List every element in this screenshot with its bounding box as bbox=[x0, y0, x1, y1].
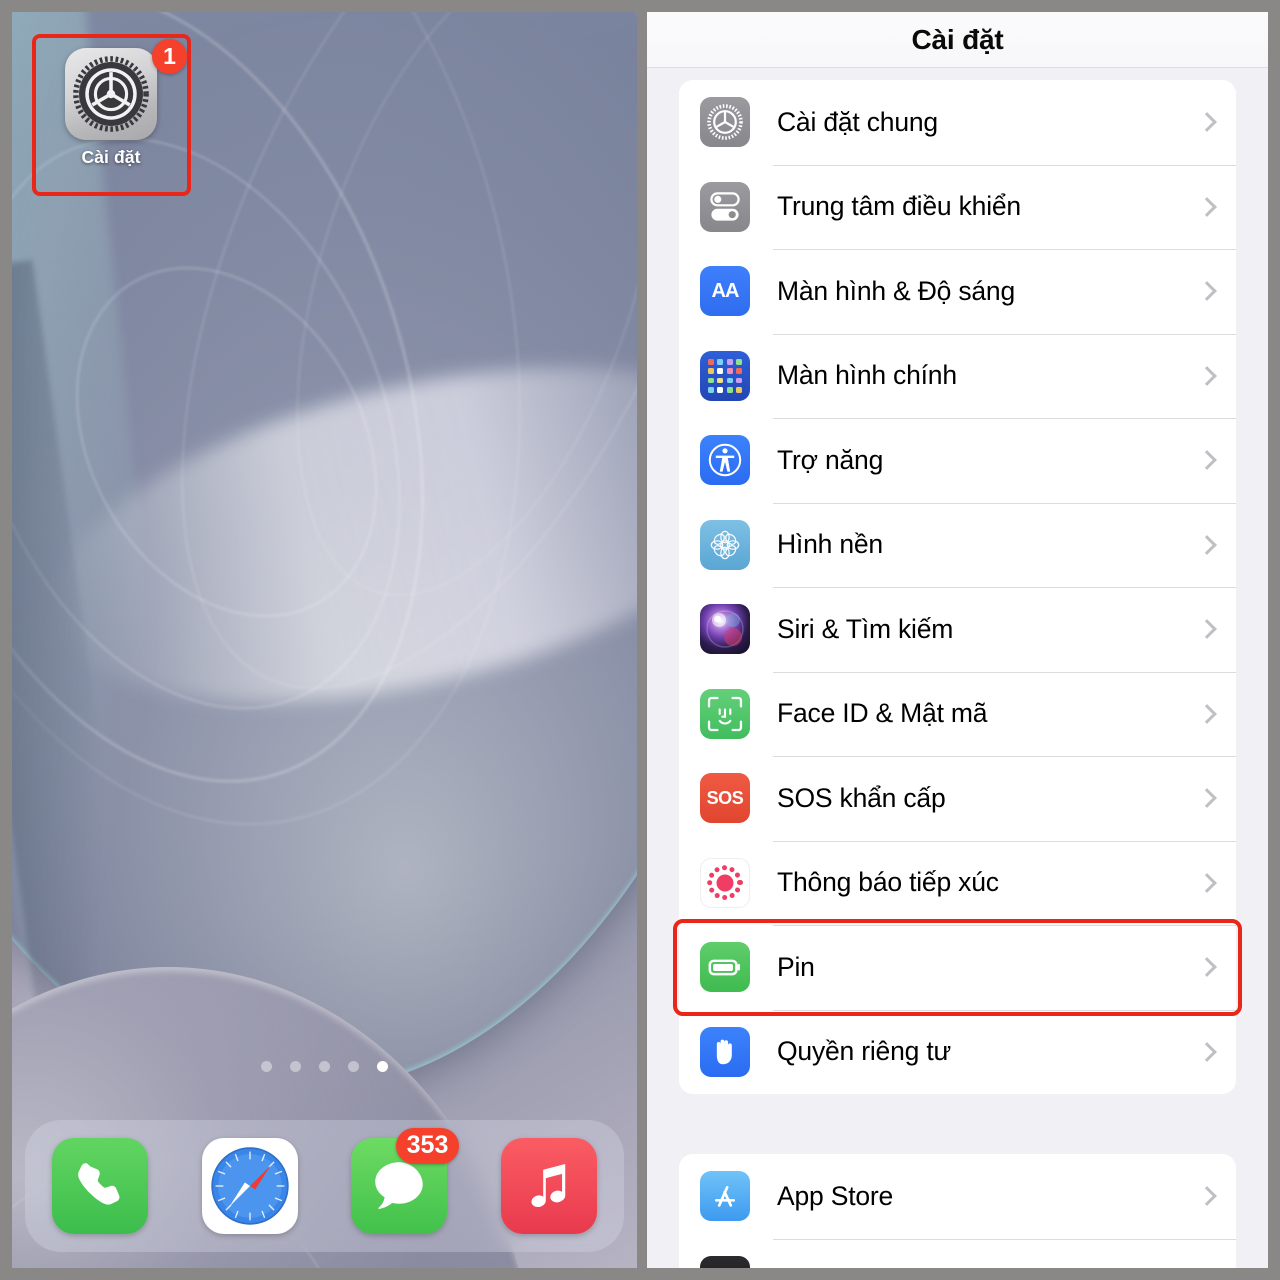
dock-app-phone[interactable] bbox=[51, 1138, 148, 1234]
chevron-right-icon bbox=[1197, 450, 1217, 471]
siri-orb-icon bbox=[700, 604, 750, 655]
dock-app-safari[interactable] bbox=[201, 1138, 298, 1234]
wallet-icon bbox=[700, 1255, 750, 1268]
group-separator bbox=[647, 1094, 1268, 1154]
chevron-right-icon bbox=[1197, 1041, 1217, 1062]
settings-row-display-brightness[interactable]: AA Màn hình & Độ sáng bbox=[679, 249, 1236, 334]
row-label: Siri & Tìm kiếm bbox=[777, 613, 954, 644]
nav-bar: Cài đặt bbox=[647, 12, 1268, 68]
page-indicator-dots[interactable] bbox=[12, 1061, 637, 1072]
row-label: Cài đặt chung bbox=[777, 106, 938, 137]
chevron-right-icon bbox=[1197, 788, 1217, 809]
music-note-icon bbox=[501, 1138, 598, 1234]
sos-glyph: SOS bbox=[706, 787, 744, 808]
battery-icon bbox=[700, 942, 750, 993]
app-store-icon bbox=[700, 1171, 750, 1222]
chevron-right-icon bbox=[1197, 196, 1217, 217]
messages-badge-count: 353 bbox=[395, 1128, 460, 1164]
settings-row-emergency-sos[interactable]: SOS SOS khẩn cấp bbox=[679, 756, 1236, 841]
control-toggles-icon bbox=[700, 181, 750, 232]
settings-row-accessibility[interactable]: Trợ năng bbox=[679, 418, 1236, 503]
face-id-icon bbox=[700, 688, 750, 739]
safari-compass-icon bbox=[201, 1138, 298, 1234]
page-dot[interactable] bbox=[319, 1061, 330, 1072]
row-label: Pin bbox=[777, 951, 815, 982]
settings-group-2: App Store Ví bbox=[679, 1154, 1236, 1268]
settings-row-faceid-passcode[interactable]: Face ID & Mật mã bbox=[679, 671, 1236, 756]
aa-glyph: AA bbox=[711, 279, 740, 302]
row-label: Màn hình chính bbox=[777, 360, 957, 391]
page-dot[interactable] bbox=[348, 1061, 359, 1072]
exposure-notification-icon bbox=[700, 857, 750, 908]
dock: 353 bbox=[25, 1120, 624, 1252]
page-dot-active[interactable] bbox=[377, 1061, 388, 1072]
settings-row-app-store[interactable]: App Store bbox=[679, 1154, 1236, 1239]
dock-app-messages[interactable]: 353 bbox=[351, 1128, 460, 1234]
settings-group-1: Cài đặt chung Trung tâm điều khiển AA Mà… bbox=[679, 80, 1236, 1094]
iphone-home-screen: 1 Cài đặt 353 bbox=[12, 12, 637, 1268]
chevron-right-icon bbox=[1197, 703, 1217, 724]
chevron-right-icon bbox=[1197, 534, 1217, 555]
settings-row-siri-search[interactable]: Siri & Tìm kiếm bbox=[679, 587, 1236, 672]
chevron-right-icon bbox=[1197, 112, 1217, 133]
row-label: Quyền riêng tư bbox=[777, 1036, 952, 1067]
chevron-right-icon bbox=[1197, 365, 1217, 386]
phone-icon bbox=[51, 1138, 148, 1234]
screenshot-root: 1 Cài đặt 353 Cài đặt Cài đặt chung Trun… bbox=[0, 0, 1280, 1280]
settings-row-wallpaper[interactable]: Hình nền bbox=[679, 502, 1236, 587]
wallpaper-flower-icon bbox=[700, 519, 750, 570]
row-label: Ví bbox=[777, 1265, 802, 1268]
row-label: Màn hình & Độ sáng bbox=[777, 275, 1015, 306]
settings-row-home-screen[interactable]: Màn hình chính bbox=[679, 333, 1236, 418]
row-label: Thông báo tiếp xúc bbox=[777, 867, 999, 898]
chevron-right-icon bbox=[1197, 281, 1217, 302]
row-label: Trợ năng bbox=[777, 444, 884, 475]
row-label: Trung tâm điều khiển bbox=[777, 191, 1021, 222]
accessibility-icon bbox=[700, 435, 750, 486]
settings-list[interactable]: Cài đặt chung Trung tâm điều khiển AA Mà… bbox=[647, 80, 1268, 1268]
row-label: Face ID & Mật mã bbox=[777, 698, 988, 729]
sos-icon: SOS bbox=[700, 773, 750, 824]
settings-row-exposure-notifications[interactable]: Thông báo tiếp xúc bbox=[679, 840, 1236, 925]
row-label: Hình nền bbox=[777, 529, 883, 560]
chevron-right-icon bbox=[1197, 619, 1217, 640]
settings-row-privacy[interactable]: Quyền riêng tư bbox=[679, 1009, 1236, 1094]
settings-row-control-center[interactable]: Trung tâm điều khiển bbox=[679, 164, 1236, 249]
page-dot[interactable] bbox=[261, 1061, 272, 1072]
gear-icon bbox=[700, 97, 750, 148]
privacy-hand-icon bbox=[700, 1026, 750, 1077]
settings-app: Cài đặt Cài đặt chung Trung tâm điều khi… bbox=[647, 12, 1268, 1268]
row-label: SOS khẩn cấp bbox=[777, 782, 946, 813]
page-title: Cài đặt bbox=[911, 23, 1004, 55]
wallpaper bbox=[12, 12, 637, 1268]
row-label: App Store bbox=[777, 1180, 894, 1211]
settings-row-battery[interactable]: Pin bbox=[679, 925, 1236, 1010]
chevron-right-icon bbox=[1197, 957, 1217, 978]
settings-row-wallet[interactable]: Ví bbox=[679, 1238, 1236, 1268]
page-dot[interactable] bbox=[290, 1061, 301, 1072]
chevron-right-icon bbox=[1197, 872, 1217, 893]
home-screen-grid-icon bbox=[700, 350, 750, 401]
display-aa-icon: AA bbox=[700, 266, 750, 317]
red-highlight-box-settings-app bbox=[32, 34, 191, 196]
dock-app-music[interactable] bbox=[501, 1138, 598, 1234]
settings-row-general[interactable]: Cài đặt chung bbox=[679, 80, 1236, 165]
chevron-right-icon bbox=[1197, 1186, 1217, 1207]
